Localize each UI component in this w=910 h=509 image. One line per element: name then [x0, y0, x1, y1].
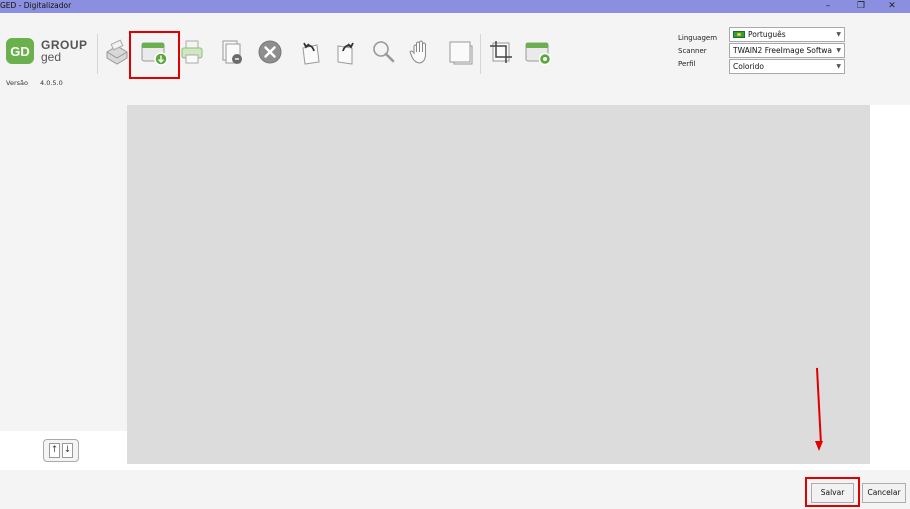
settings-window-icon — [525, 42, 552, 66]
page-button[interactable] — [444, 35, 476, 69]
annotation-arrow-head — [815, 441, 823, 451]
language-select[interactable]: Português ▼ — [729, 27, 845, 42]
pan-hand-icon — [409, 40, 426, 64]
chevron-down-icon: ▼ — [836, 63, 841, 70]
chevron-down-icon: ▼ — [836, 47, 841, 54]
profile-label: Perfil — [678, 60, 696, 68]
toolbar-separator — [97, 34, 98, 74]
print-button[interactable] — [176, 35, 208, 69]
thumbnail-sidebar[interactable] — [0, 105, 127, 431]
scanner-settings-button[interactable] — [522, 35, 554, 69]
print-icon — [181, 40, 203, 64]
cancel-button[interactable]: Cancelar — [862, 483, 906, 503]
document-add-icon — [222, 40, 242, 64]
profile-value: Colorido — [733, 62, 765, 71]
arrow-up-icon[interactable]: ↑ — [49, 443, 60, 458]
rotate-right-button[interactable] — [331, 35, 363, 69]
restore-icon: ❐ — [856, 1, 866, 11]
minimize-icon: – — [825, 1, 831, 11]
right-gutter — [870, 105, 910, 464]
toolbar-separator — [480, 34, 481, 74]
language-value: Português — [748, 30, 786, 39]
delete-icon — [258, 40, 282, 64]
brazil-flag-icon — [733, 30, 745, 38]
crop-icon — [490, 41, 512, 63]
close-button[interactable]: ✕ — [880, 0, 904, 13]
save-button-highlight — [805, 477, 860, 507]
chevron-down-icon: ▼ — [836, 31, 841, 38]
restore-button[interactable]: ❐ — [849, 0, 873, 13]
title-bar: GED - Digitalizador – ❐ ✕ — [0, 0, 910, 13]
scanner-select[interactable]: TWAIN2 FreeImage Softwa ▼ — [729, 43, 845, 58]
scan-new-highlight — [129, 31, 180, 79]
reorder-pages-toggle[interactable]: ↑ ↓ — [43, 439, 79, 462]
crop-button[interactable] — [485, 35, 517, 69]
document-preview-area[interactable] — [127, 105, 870, 464]
version-label: Versão — [6, 79, 28, 87]
rotate-left-icon — [302, 42, 320, 65]
svg-text:GD: GD — [10, 44, 30, 59]
arrow-down-icon[interactable]: ↓ — [62, 443, 73, 458]
add-document-button[interactable] — [215, 35, 247, 69]
profile-select[interactable]: Colorido ▼ — [729, 59, 845, 74]
scanner-value: TWAIN2 FreeImage Softwa — [733, 46, 833, 55]
footer-bar — [0, 470, 910, 509]
close-icon: ✕ — [888, 1, 896, 11]
logo-text-ged: ged — [41, 50, 62, 64]
rotate-left-button[interactable] — [294, 35, 326, 69]
group-ged-logo-icon: GD — [6, 38, 34, 64]
scanner-label: Scanner — [678, 47, 707, 55]
window-title: GED - Digitalizador — [0, 1, 72, 10]
page-icon — [449, 41, 473, 65]
language-label: Linguagem — [678, 34, 718, 42]
scanner-icon — [106, 39, 128, 65]
delete-button[interactable] — [254, 35, 286, 69]
version-number: 4.0.5.0 — [40, 79, 63, 87]
zoom-button[interactable] — [367, 35, 399, 69]
zoom-icon — [373, 41, 395, 63]
minimize-button[interactable]: – — [816, 0, 840, 13]
rotate-right-icon — [337, 42, 354, 65]
pan-button[interactable] — [404, 35, 436, 69]
